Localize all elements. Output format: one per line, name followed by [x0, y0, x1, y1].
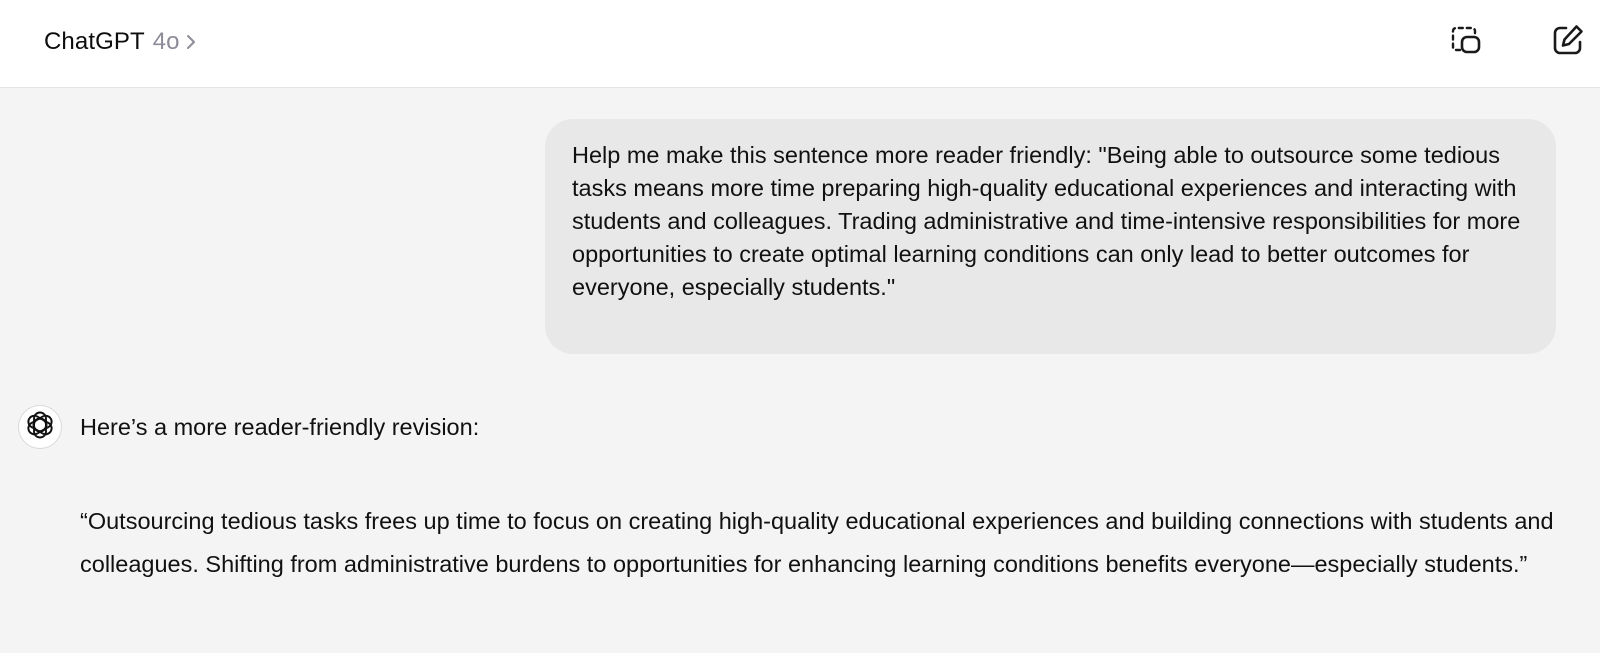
chevron-right-icon — [185, 32, 199, 52]
openai-logo-icon — [25, 410, 55, 445]
new-chat-icon — [1550, 22, 1586, 63]
model-name: 4o — [152, 28, 180, 55]
user-message-bubble: Help me make this sentence more reader f… — [545, 119, 1556, 354]
user-message-text: Help me make this sentence more reader f… — [572, 142, 1521, 300]
new-chat-button[interactable] — [1546, 20, 1590, 64]
app-name: ChatGPT — [44, 28, 145, 55]
assistant-revision-text: “Outsourcing tedious tasks frees up time… — [80, 508, 1554, 577]
assistant-avatar — [18, 405, 62, 449]
top-bar: ChatGPT 4o — [0, 0, 1600, 88]
assistant-intro-text: Here’s a more reader-friendly revision: — [80, 414, 480, 440]
temporary-chat-icon — [1448, 22, 1484, 63]
model-switcher[interactable]: ChatGPT 4o — [44, 24, 199, 60]
temporary-chat-button[interactable] — [1444, 20, 1488, 64]
